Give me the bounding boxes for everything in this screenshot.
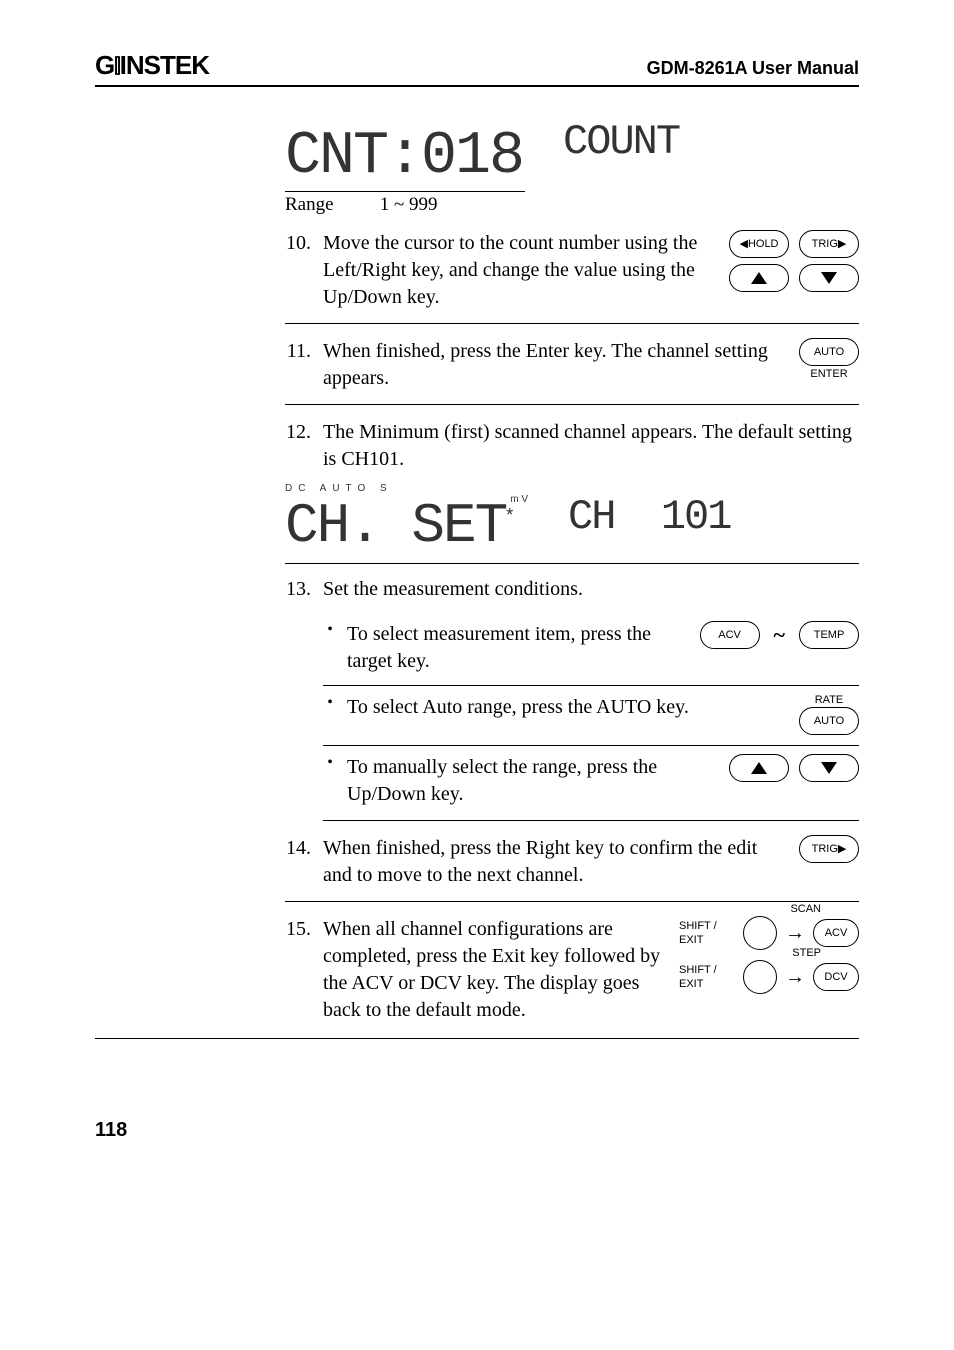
step-12: 12. The Minimum (first) scanned channel … (285, 419, 859, 473)
down-key[interactable] (799, 754, 859, 782)
page-header: G⫿INSTEK GDM-8261A User Manual (95, 50, 859, 87)
step-text: When all channel configurations are comp… (323, 916, 667, 1024)
step-13-b1: • To select measurement item, press the … (323, 613, 859, 675)
dcv-key[interactable]: DCV (813, 963, 859, 991)
scan-label: SCAN (790, 902, 821, 917)
step-num: 14. (285, 835, 311, 889)
step-15: 15. When all channel configurations are … (285, 916, 859, 1024)
step-text: Move the cursor to the count number usin… (323, 230, 717, 311)
up-arrow-icon (751, 272, 767, 284)
tilde-icon: ~ (774, 622, 785, 648)
up-key[interactable] (729, 264, 789, 292)
step-num: 10. (285, 230, 311, 311)
acv-key[interactable]: ACV (700, 621, 760, 649)
range-label: Range (285, 194, 375, 216)
trig-key[interactable]: TRIG▶ (799, 230, 859, 258)
step-num: 11. (285, 338, 311, 392)
section-rule (95, 1038, 859, 1039)
shift-exit-label: SHIFT / EXIT (679, 963, 741, 993)
up-key[interactable] (729, 754, 789, 782)
up-arrow-icon (751, 762, 767, 774)
lcd-count-display: CNT:018 COUNT (285, 127, 859, 187)
bullet-text: To manually select the range, press the … (347, 754, 719, 808)
auto-enter-key[interactable]: AUTO (799, 338, 859, 366)
bullet-text: To select measurement item, press the ta… (347, 621, 690, 675)
brand-logo: G⫿INSTEK (95, 50, 209, 81)
shift-key[interactable] (743, 916, 777, 950)
step-10: 10. Move the cursor to the count number … (285, 230, 859, 324)
step-14: 14. When finished, press the Right key t… (285, 835, 859, 902)
bullet-icon: • (323, 694, 337, 735)
enter-label: ENTER (810, 367, 847, 382)
hold-key[interactable]: ◀HOLD (729, 230, 789, 258)
step-label: STEP (792, 946, 821, 961)
step-13-b3: • To manually select the range, press th… (323, 745, 859, 821)
down-key[interactable] (799, 264, 859, 292)
lcd-chset-display: DC AUTO S CH. SETm V* CH 101 (285, 483, 859, 564)
arrow-right-icon: → (785, 964, 805, 991)
acv-key[interactable]: ACV (813, 919, 859, 947)
step-13: 13. Set the measurement conditions. (285, 576, 859, 603)
bullet-icon: • (323, 754, 337, 808)
step-num: 15. (285, 916, 311, 1024)
step-text: When finished, press the Right key to co… (323, 835, 787, 889)
shift-key[interactable] (743, 960, 777, 994)
bullet-text: To select Auto range, press the AUTO key… (347, 694, 789, 735)
page-number: 118 (95, 1119, 859, 1142)
step-text: Set the measurement conditions. (323, 576, 859, 603)
range-value: 1 ~ 999 (380, 194, 438, 215)
lcd-chset-secondary: CH 101 (568, 496, 730, 538)
auto-key[interactable]: AUTO (799, 707, 859, 735)
down-arrow-icon (821, 762, 837, 774)
lcd-annunciators: DC AUTO S (285, 483, 528, 494)
trig-key[interactable]: TRIG▶ (799, 835, 859, 863)
arrow-right-icon: → (785, 920, 805, 947)
bullet-icon: • (323, 621, 337, 675)
step-11: 11. When finished, press the Enter key. … (285, 338, 859, 405)
shift-exit-label: SHIFT / EXIT (679, 919, 741, 949)
step-text: The Minimum (first) scanned channel appe… (323, 419, 859, 473)
star-icon: * (506, 505, 513, 525)
step-num: 13. (285, 576, 311, 603)
step-text: When finished, press the Enter key. The … (323, 338, 787, 392)
lcd-chset-primary: CH. SET (285, 494, 506, 558)
lcd-unit: m V* (510, 494, 528, 530)
count-range-row: Range 1 ~ 999 (285, 191, 525, 216)
step-num: 12. (285, 419, 311, 473)
lcd-primary: CNT:018 (285, 127, 523, 187)
temp-key[interactable]: TEMP (799, 621, 859, 649)
doc-title: GDM-8261A User Manual (647, 58, 859, 79)
lcd-secondary: COUNT (563, 121, 679, 163)
rate-label: RATE (815, 694, 844, 706)
step-13-b2: • To select Auto range, press the AUTO k… (323, 685, 859, 735)
down-arrow-icon (821, 272, 837, 284)
